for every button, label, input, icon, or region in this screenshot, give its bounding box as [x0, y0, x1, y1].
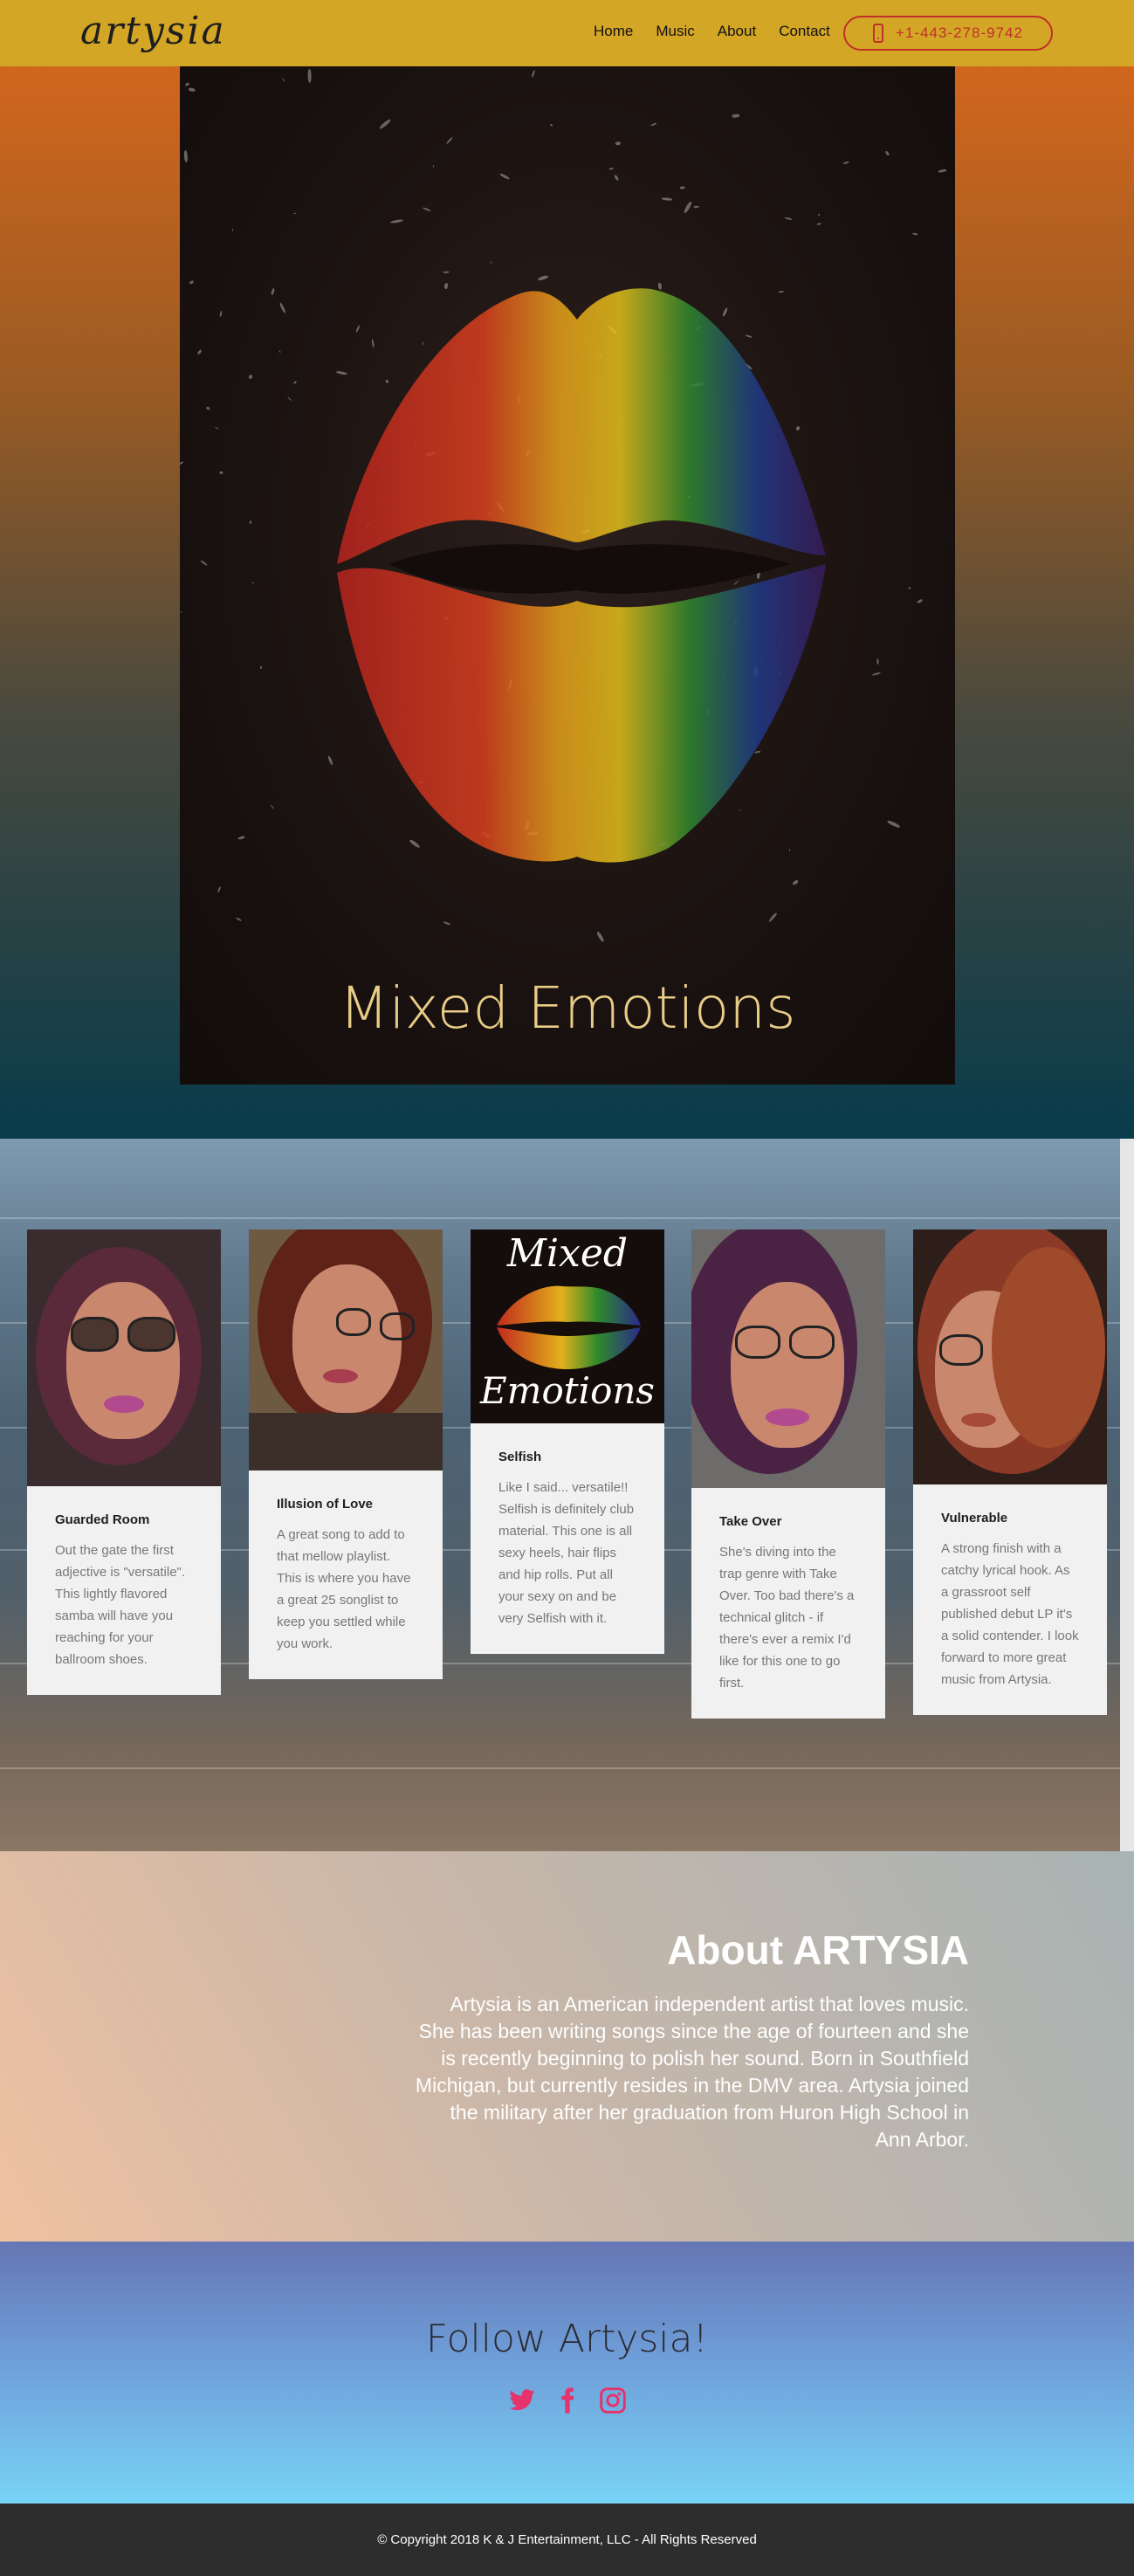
- hero-section: Mixed Emotions: [0, 66, 1134, 1139]
- phone-icon: [873, 24, 884, 43]
- song-title: Selfish: [498, 1450, 542, 1464]
- about-section: About ARTYSIA Artysia is an American ind…: [0, 1851, 1134, 2242]
- about-text: Artysia is an American independent artis…: [415, 1993, 969, 2151]
- social-links: [0, 2387, 1134, 2414]
- song-title: Illusion of Love: [277, 1497, 374, 1512]
- artist-photo: [913, 1229, 1107, 1484]
- song-card-take-over[interactable]: Take Over She's diving into the trap gen…: [691, 1229, 885, 1718]
- nav-contact[interactable]: Contact: [779, 23, 830, 40]
- artist-photo: [27, 1229, 221, 1486]
- artist-photo: [249, 1229, 443, 1471]
- song-description: A great song to add to that mellow playl…: [277, 1527, 411, 1651]
- card-body: Illusion of Love A great song to add to …: [249, 1471, 443, 1679]
- song-description: Like I said... versatile!! Selfish is de…: [498, 1480, 635, 1626]
- song-card-vulnerable[interactable]: Vulnerable A strong finish with a catchy…: [913, 1229, 1107, 1715]
- copyright-text: © Copyright 2018 K & J Entertainment, LL…: [377, 2532, 757, 2547]
- song-card-selfish[interactable]: Mixed Emotions Selfish Like I said... ve…: [471, 1229, 664, 1654]
- phone-number: +1-443-278-9742: [896, 24, 1023, 41]
- nav-music[interactable]: Music: [656, 23, 694, 40]
- main-nav: Home Music About Contact: [594, 23, 830, 40]
- card-body: Selfish Like I said... versatile!! Selfi…: [471, 1423, 664, 1654]
- facebook-icon[interactable]: [553, 2387, 581, 2414]
- phone-button[interactable]: +1-443-278-9742: [843, 16, 1053, 51]
- rainbow-lips-artwork: [337, 288, 826, 863]
- song-description: Out the gate the first adjective is "ver…: [55, 1543, 186, 1667]
- song-description: She's diving into the trap genre with Ta…: [719, 1545, 855, 1691]
- songs-section: Guarded Room Out the gate the first adje…: [0, 1139, 1120, 1851]
- album-title: Mixed Emotions: [339, 975, 796, 1042]
- follow-section: Follow Artysia!: [0, 2242, 1134, 2504]
- nav-about[interactable]: About: [718, 23, 756, 40]
- site-footer: © Copyright 2018 K & J Entertainment, LL…: [0, 2504, 1134, 2576]
- site-logo[interactable]: artysia: [80, 9, 226, 53]
- card-body: Take Over She's diving into the trap gen…: [691, 1488, 885, 1718]
- card-body: Guarded Room Out the gate the first adje…: [27, 1486, 221, 1695]
- site-header: artysia Home Music About Contact +1-443-…: [0, 0, 1134, 66]
- song-title: Vulnerable: [941, 1511, 1008, 1526]
- scrollbar-track[interactable]: [1120, 1139, 1134, 1851]
- song-title: Guarded Room: [55, 1512, 150, 1527]
- twitter-icon[interactable]: [508, 2387, 536, 2414]
- instagram-icon[interactable]: [599, 2387, 627, 2414]
- nav-home[interactable]: Home: [594, 23, 633, 40]
- album-cover: Mixed Emotions: [180, 66, 955, 1085]
- follow-heading: Follow Artysia!: [425, 2317, 709, 2361]
- song-card-illusion-of-love[interactable]: Illusion of Love A great song to add to …: [249, 1229, 443, 1679]
- song-description: A strong finish with a catchy lyrical ho…: [941, 1541, 1079, 1687]
- artist-photo: [691, 1229, 885, 1488]
- about-heading: About ARTYSIA: [667, 1927, 969, 1973]
- song-card-guarded-room[interactable]: Guarded Room Out the gate the first adje…: [27, 1229, 221, 1695]
- album-cover-thumbnail: Mixed Emotions: [471, 1229, 664, 1423]
- card-body: Vulnerable A strong finish with a catchy…: [913, 1484, 1107, 1715]
- song-title: Take Over: [719, 1514, 782, 1529]
- cover-text-bottom: Emotions: [480, 1369, 655, 1412]
